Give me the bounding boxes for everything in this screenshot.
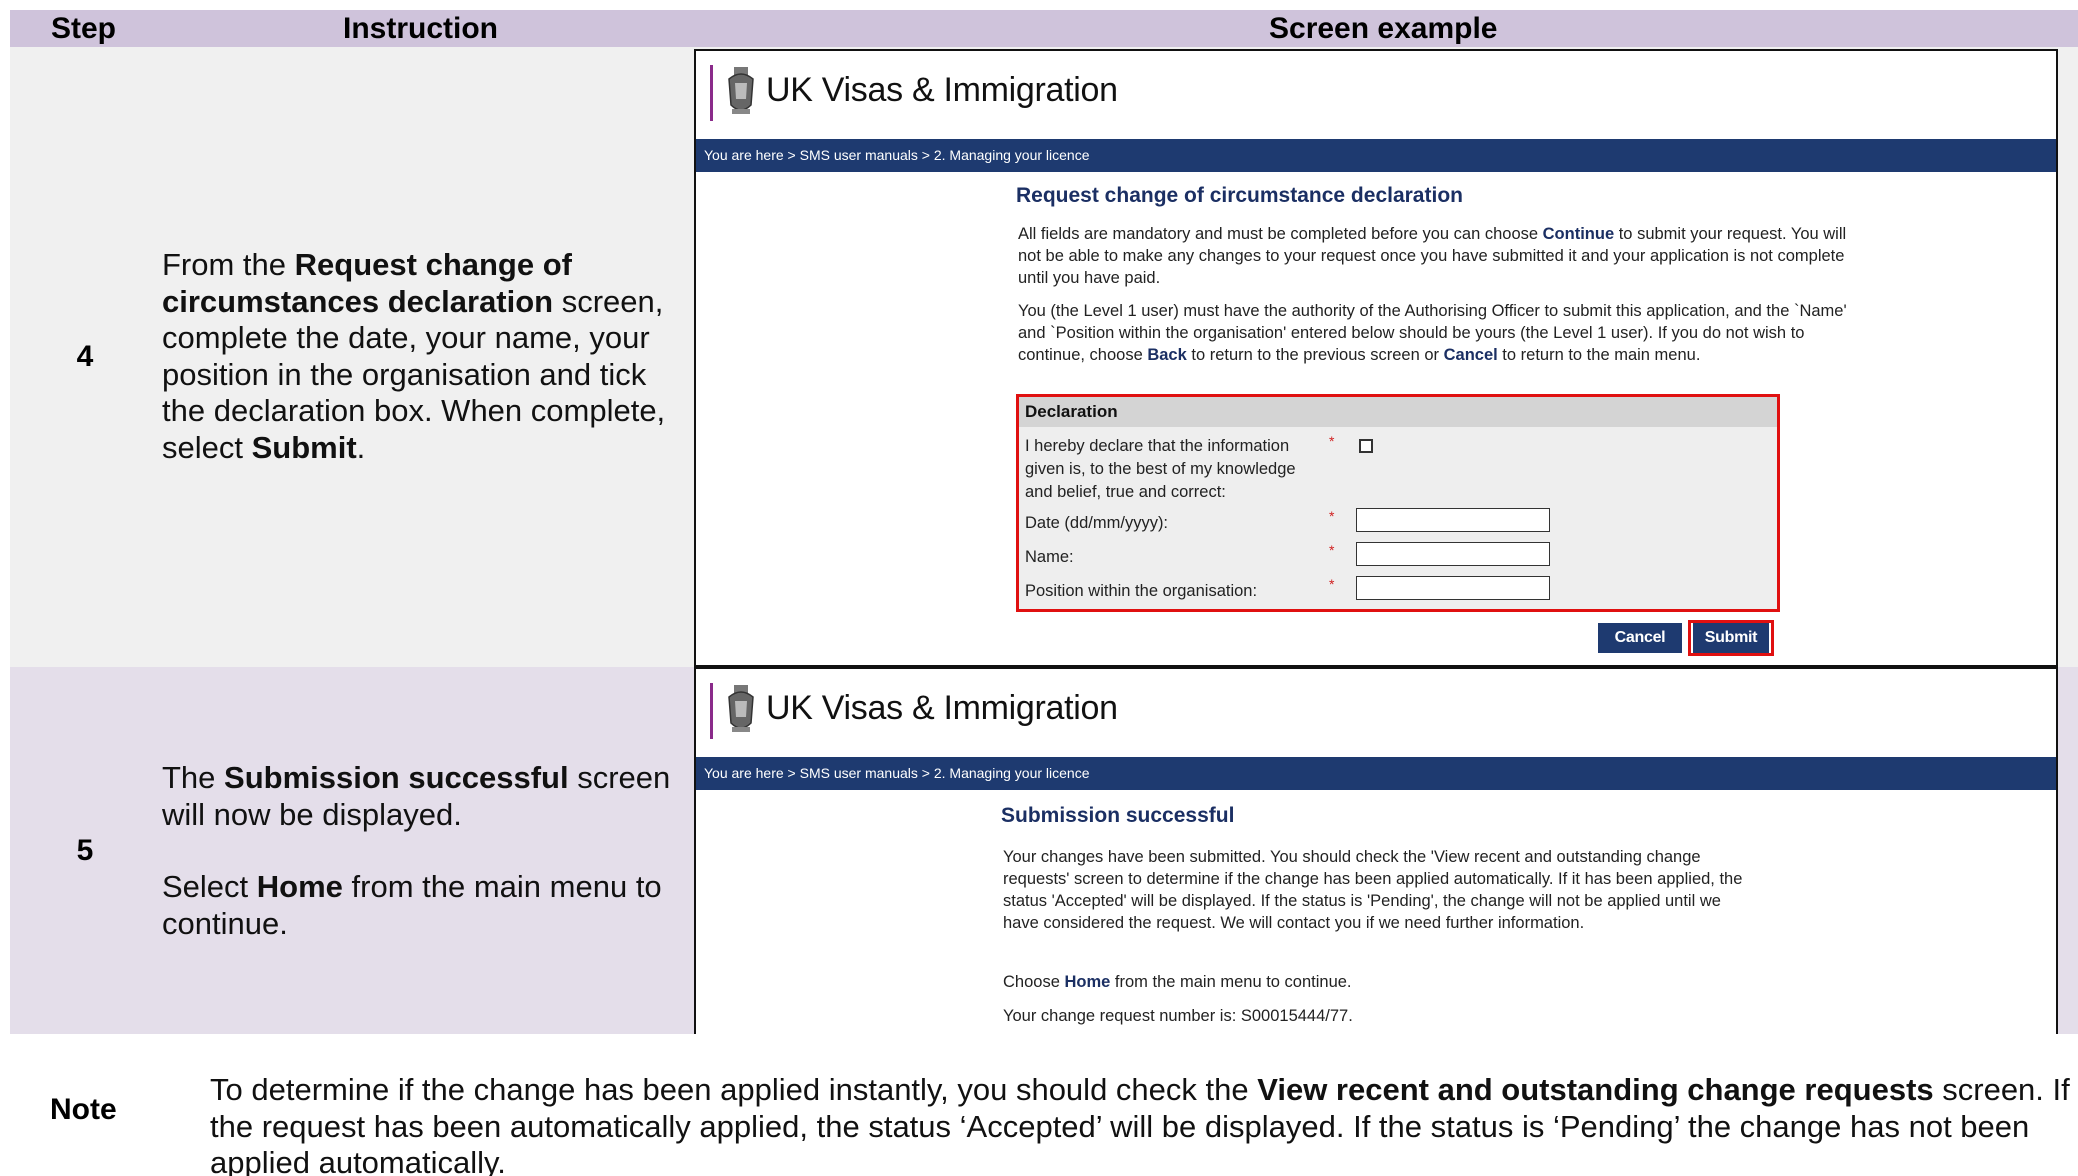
logo-bar: UK Visas & Immigration [696,51,2056,139]
logo-text: UK Visas & Immigration [766,689,1118,727]
table-header: Step Instruction Screen example [10,10,2078,47]
logo-divider [710,683,713,739]
declaration-box: Declaration I hereby declare that the in… [1016,394,1780,612]
note-text: To determine if the change has been appl… [210,1072,2070,1176]
request-number: Your change request number is: S00015444… [1003,1007,1353,1025]
position-input[interactable] [1356,576,1550,600]
header-screen-example: Screen example [1269,12,1498,45]
name-label: Name: [1025,548,1074,566]
date-input[interactable] [1356,508,1550,532]
instruction-text: The Submission successful screen will no… [162,760,671,832]
date-label: Date (dd/mm/yyyy): [1025,514,1169,532]
required-mark: * [1329,542,1335,558]
logo-text: UK Visas & Immigration [766,71,1118,109]
page-title: Request change of circumstance declarati… [1016,184,1463,207]
note-label: Note [50,1093,117,1126]
authority-paragraph: You (the Level 1 user) must have the aut… [1018,302,1847,364]
position-label: Position within the organisation: [1025,582,1258,600]
crest-icon [728,67,754,114]
page-title: Submission successful [1001,804,1235,827]
required-mark: * [1329,433,1335,449]
instruction-text: From the Request change of circumstances… [162,247,666,465]
required-mark: * [1329,576,1335,592]
declaration-heading: Declaration [1019,397,1777,427]
screen-example: UK Visas & Immigration You are here > SM… [694,667,2058,1034]
cancel-button[interactable]: Cancel [1598,623,1682,653]
breadcrumb: You are here > SMS user manuals > 2. Man… [696,757,2056,790]
header-step: Step [51,12,117,45]
declare-label: I hereby declare that the information gi… [1025,437,1296,501]
screen-example: UK Visas & Immigration You are here > SM… [694,49,2058,667]
crest-icon [728,685,754,732]
logo-divider [710,65,713,121]
intro-paragraph: All fields are mandatory and must be com… [1018,225,1847,287]
declaration-checkbox[interactable] [1359,439,1373,453]
step-number: 5 [76,834,94,867]
name-input[interactable] [1356,542,1550,566]
submission-paragraph: Your changes have been submitted. You sh… [1003,848,1743,932]
step-number: 4 [76,340,94,373]
breadcrumb: You are here > SMS user manuals > 2. Man… [696,139,2056,172]
required-mark: * [1329,508,1335,524]
instruction-text: Select Home from the main menu to contin… [162,869,662,941]
logo-bar: UK Visas & Immigration [696,669,2056,757]
home-paragraph: Choose Home from the main menu to contin… [1003,973,1352,991]
submit-button[interactable]: Submit [1693,623,1769,653]
header-instruction: Instruction [343,12,498,45]
